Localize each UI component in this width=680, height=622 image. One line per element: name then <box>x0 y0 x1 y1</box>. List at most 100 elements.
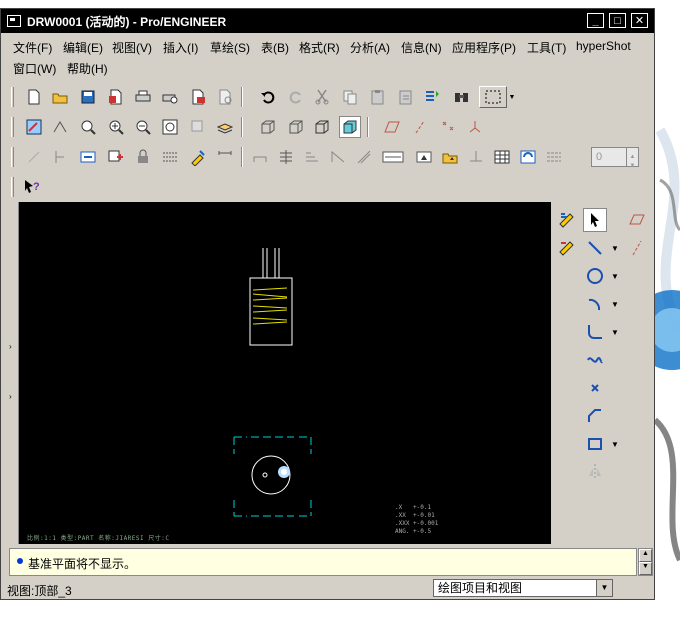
highlight-icon[interactable] <box>187 146 209 168</box>
datum-axis-icon[interactable] <box>409 116 431 138</box>
update-table-icon[interactable] <box>517 146 539 168</box>
toolbar-grip[interactable] <box>11 87 14 107</box>
menu-hypershot[interactable]: hyperShot <box>576 38 631 54</box>
lock-view-icon[interactable] <box>132 146 154 168</box>
toolbar-grip[interactable] <box>11 177 14 197</box>
datum-point-icon[interactable] <box>437 116 459 138</box>
line-dropdown-icon[interactable]: ▼ <box>611 244 619 253</box>
part-view-front[interactable] <box>249 248 293 346</box>
view-display-icon[interactable] <box>413 146 435 168</box>
fillet-tool-icon[interactable] <box>583 320 607 344</box>
datum-tag-icon[interactable] <box>379 146 407 168</box>
minimize-button[interactable]: _ <box>587 13 604 28</box>
folder-view-icon[interactable] <box>439 146 461 168</box>
menu-analysis[interactable]: 分析(A) <box>350 38 390 57</box>
datum-plane-icon[interactable] <box>381 116 403 138</box>
spin-up-icon[interactable]: ▲ <box>626 148 638 160</box>
menu-tools[interactable]: 工具(T) <box>527 38 566 57</box>
spin-down-icon[interactable]: ▼ <box>626 157 638 169</box>
filter-dropdown-icon[interactable]: ▼ <box>596 580 612 596</box>
note-icon[interactable] <box>159 146 181 168</box>
menu-window[interactable]: 窗口(W) <box>13 59 56 78</box>
save-icon[interactable] <box>77 86 99 108</box>
no-hidden-icon[interactable] <box>311 116 333 138</box>
menu-format[interactable]: 格式(R) <box>299 38 340 57</box>
dimension-icon[interactable] <box>49 146 71 168</box>
maximize-button[interactable]: □ <box>609 13 626 28</box>
expand-arrow-icon[interactable]: › <box>9 392 12 401</box>
copy-icon[interactable] <box>339 86 361 108</box>
repeat-region-icon[interactable] <box>543 146 565 168</box>
coord-sys-icon[interactable] <box>464 116 486 138</box>
context-help-icon[interactable]: ? <box>21 176 43 198</box>
sketcher-icon[interactable] <box>555 208 579 232</box>
collapse-arrow-icon[interactable]: › <box>9 342 12 351</box>
send-link-icon[interactable] <box>214 86 236 108</box>
chamfer-tool-icon[interactable] <box>583 404 607 428</box>
circle-tool-icon[interactable] <box>583 264 607 288</box>
orient-icon[interactable] <box>49 116 71 138</box>
title-bar[interactable]: DRW0001 (活动的) - Pro/ENGINEER _ □ ✕ <box>1 9 654 33</box>
zoom-in-icon[interactable] <box>105 116 127 138</box>
point-tool-icon[interactable] <box>583 376 607 400</box>
menu-help[interactable]: 帮助(H) <box>67 59 108 78</box>
selection-filter-select[interactable]: 绘图项目和视图 ▼ <box>433 579 613 597</box>
menu-view[interactable]: 视图(V) <box>112 38 152 57</box>
datum-axis-small-icon[interactable] <box>625 236 649 260</box>
shading-icon[interactable] <box>339 116 361 138</box>
ordinate-icon[interactable] <box>214 146 236 168</box>
layer-icon[interactable] <box>187 116 209 138</box>
spin-input[interactable]: 0 ▲ ▼ <box>591 147 639 169</box>
refit-icon[interactable] <box>159 116 181 138</box>
print-preview-icon[interactable] <box>159 86 181 108</box>
rectangle-dropdown-icon[interactable]: ▼ <box>611 440 619 449</box>
toolbar-grip[interactable] <box>11 117 14 137</box>
table-icon[interactable] <box>491 146 513 168</box>
scroll-down-icon[interactable]: ▼ <box>639 562 652 575</box>
move-view-icon[interactable] <box>465 146 487 168</box>
menu-file[interactable]: 文件(F) <box>13 38 52 57</box>
fillet-dropdown-icon[interactable]: ▼ <box>611 328 619 337</box>
selection-box-icon[interactable] <box>479 86 507 108</box>
close-button[interactable]: ✕ <box>631 13 648 28</box>
ref-dim-icon[interactable] <box>249 146 271 168</box>
detail-icon[interactable] <box>23 146 45 168</box>
select-pointer-icon[interactable] <box>583 208 607 232</box>
redo-icon[interactable] <box>285 86 307 108</box>
datum-plane-small-icon[interactable] <box>625 208 649 232</box>
save-copy-icon[interactable] <box>105 86 127 108</box>
rectangle-tool-icon[interactable] <box>583 432 607 456</box>
hidden-line-icon[interactable] <box>285 116 307 138</box>
part-view-top[interactable] <box>233 436 312 517</box>
mirror-tool-icon[interactable] <box>583 460 607 484</box>
circle-dropdown-icon[interactable]: ▼ <box>611 272 619 281</box>
graphics-window[interactable]: 比例:1:1 类型:PART 名称:JIARESI 尺寸:C .X +-0.1 … <box>19 202 551 544</box>
symbol-icon[interactable] <box>353 146 375 168</box>
print-icon[interactable] <box>132 86 154 108</box>
menu-table[interactable]: 表(B) <box>261 38 289 57</box>
spline-tool-icon[interactable] <box>583 348 607 372</box>
undo-icon[interactable] <box>257 86 279 108</box>
scroll-up-icon[interactable]: ▲ <box>639 549 652 562</box>
paste-special-icon[interactable] <box>395 86 417 108</box>
find-icon[interactable] <box>451 86 473 108</box>
toolbar-grip[interactable] <box>11 147 14 167</box>
zoom-fit-icon[interactable] <box>77 116 99 138</box>
send-mail-icon[interactable] <box>187 86 209 108</box>
arc-dropdown-icon[interactable]: ▼ <box>611 300 619 309</box>
sketch-relations-icon[interactable] <box>555 236 579 260</box>
layers-icon[interactable] <box>214 116 236 138</box>
menu-info[interactable]: 信息(N) <box>401 38 442 57</box>
baseline-icon[interactable] <box>275 146 297 168</box>
line-tool-icon[interactable] <box>583 236 607 260</box>
menu-edit[interactable]: 编辑(E) <box>63 38 103 57</box>
show-annotation-icon[interactable] <box>77 146 99 168</box>
cut-icon[interactable] <box>311 86 333 108</box>
new-file-icon[interactable] <box>23 86 45 108</box>
menu-applications[interactable]: 应用程序(P) <box>452 38 516 57</box>
zoom-out-icon[interactable] <box>132 116 154 138</box>
repaint-icon[interactable] <box>23 116 45 138</box>
regenerate-icon[interactable] <box>421 86 443 108</box>
arc-tool-icon[interactable] <box>583 292 607 316</box>
wireframe-icon[interactable] <box>257 116 279 138</box>
